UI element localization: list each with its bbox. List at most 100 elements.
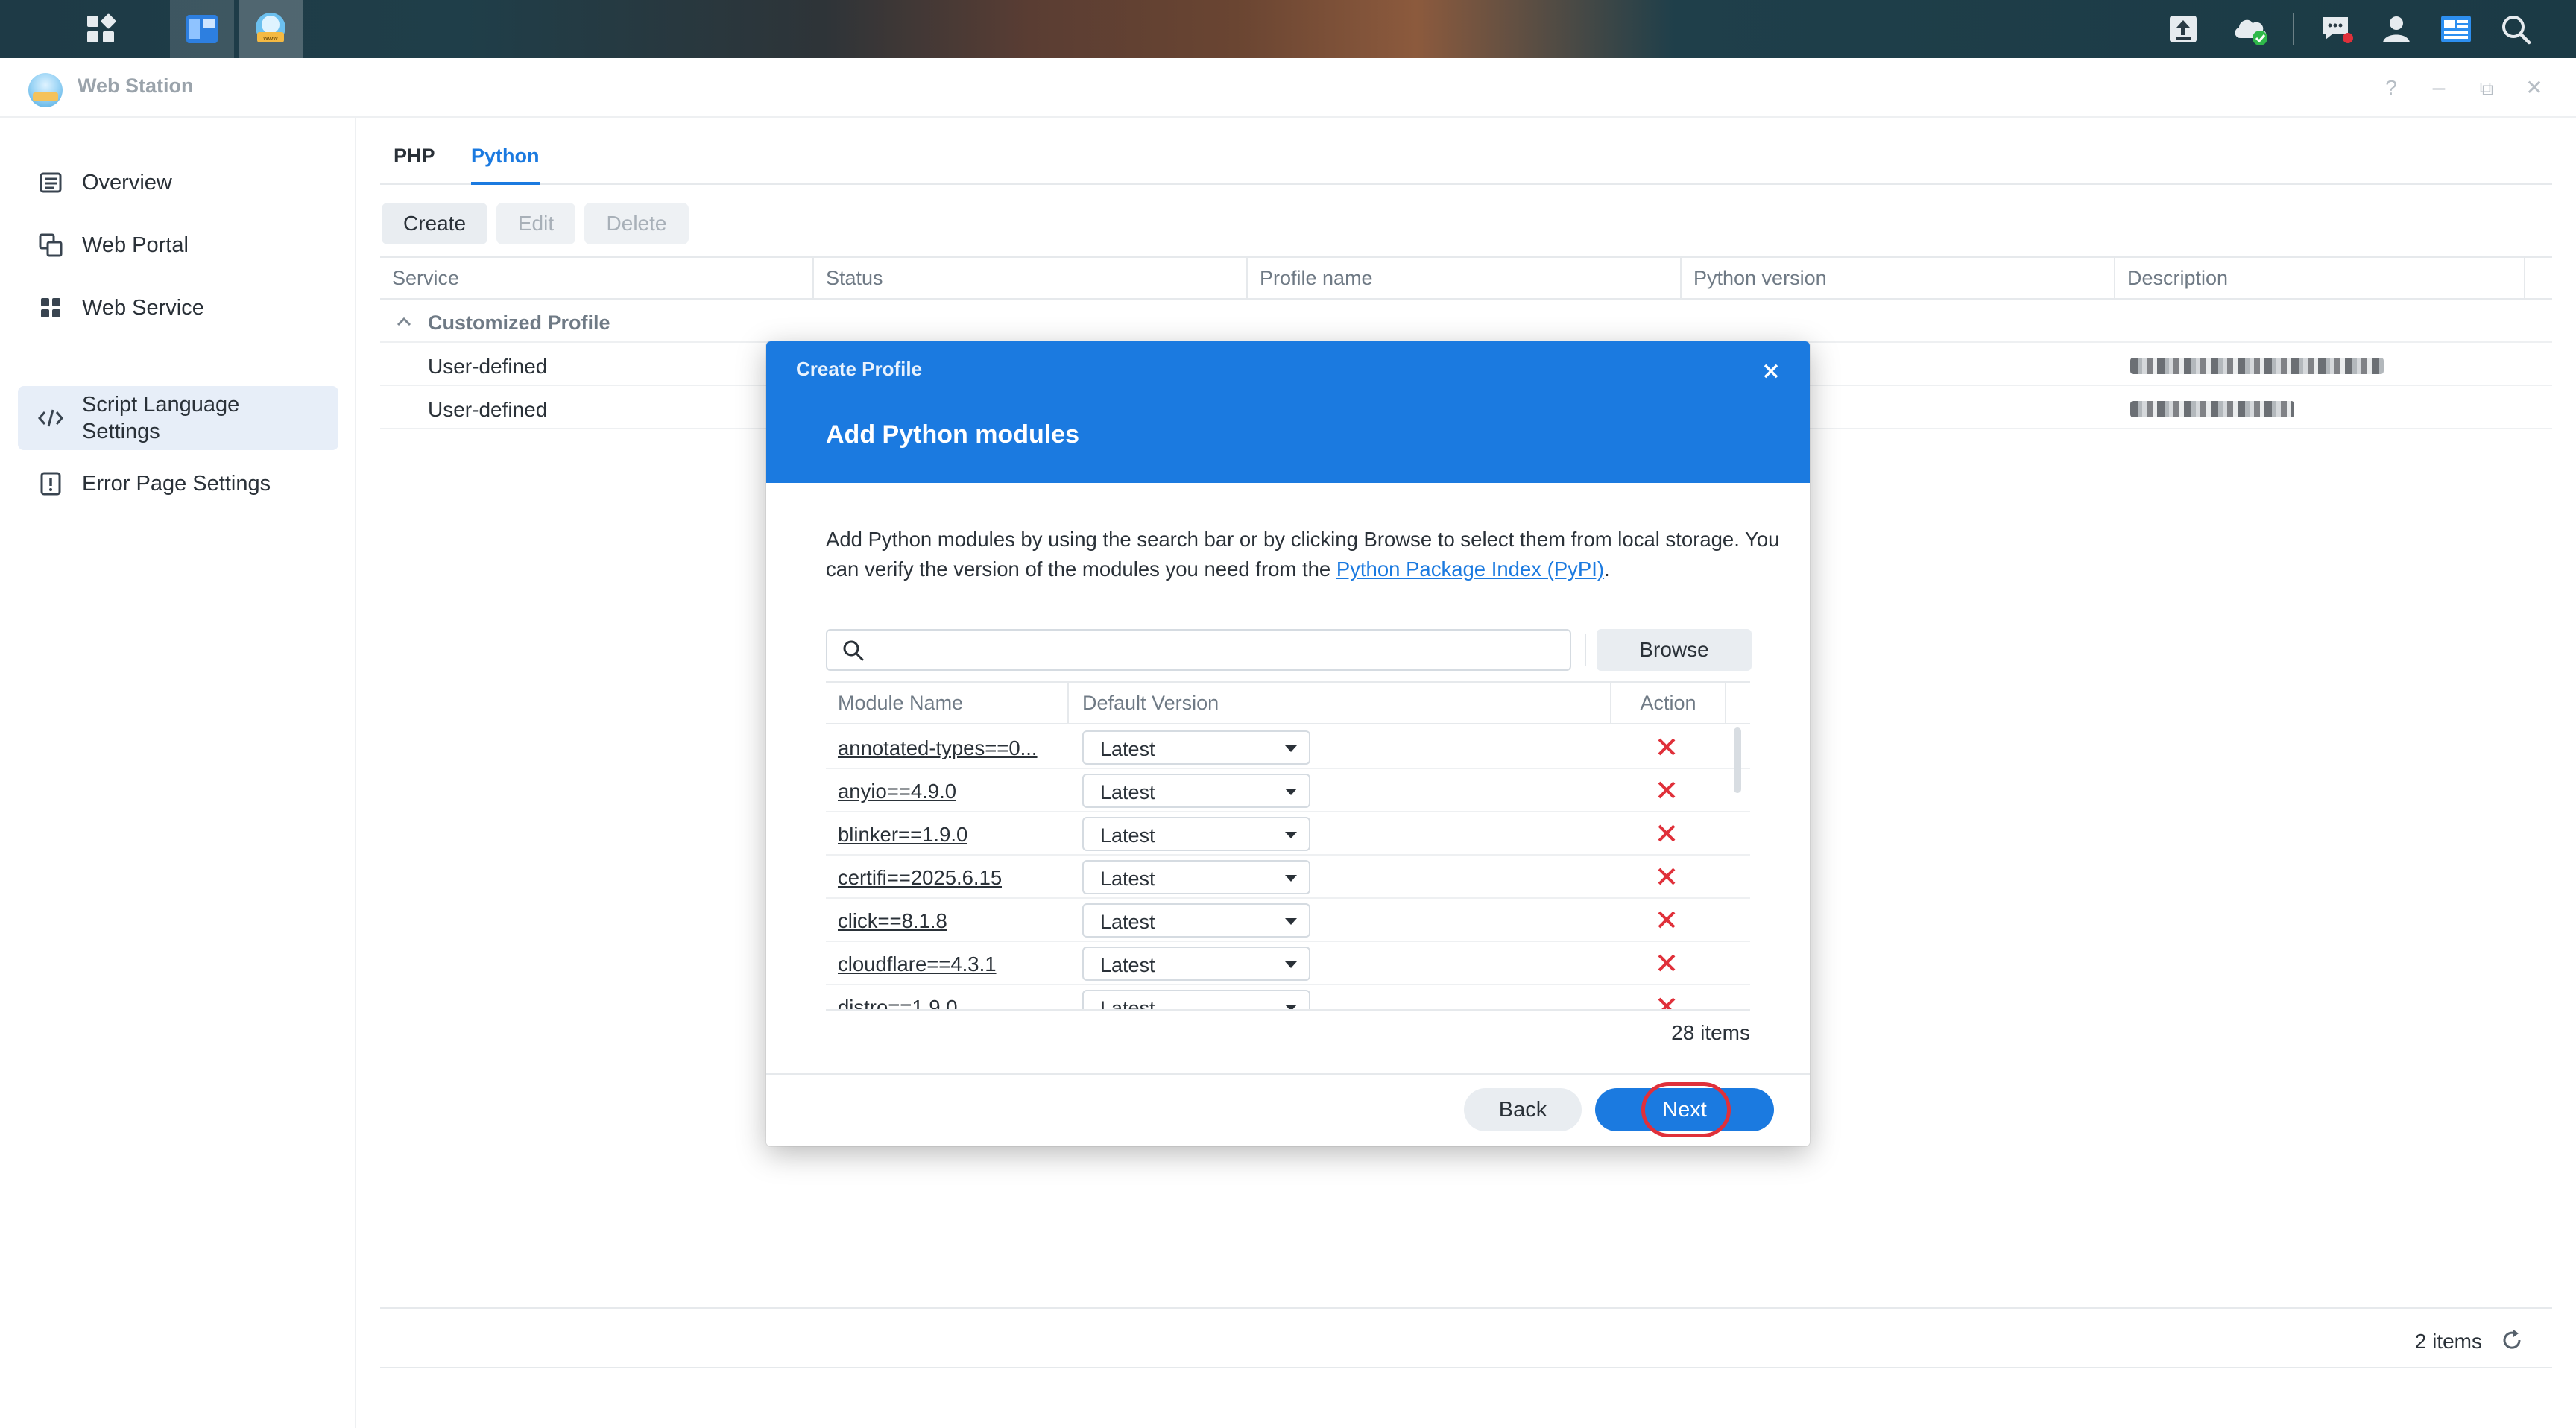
- description-text: Add Python modules by using the search b…: [826, 528, 1780, 581]
- module-row[interactable]: cloudflare==4.3.1 Latest: [826, 942, 1750, 985]
- tab-php[interactable]: PHP: [394, 145, 435, 168]
- remove-icon[interactable]: [1655, 908, 1679, 932]
- version-value: Latest: [1100, 781, 1155, 803]
- column-header-status[interactable]: Status: [814, 258, 1248, 298]
- module-grid-header: Module Name Default Version Action: [826, 681, 1750, 724]
- column-header-profile-name[interactable]: Profile name: [1248, 258, 1682, 298]
- column-header-default-version[interactable]: Default Version: [1067, 683, 1610, 723]
- sidebar-item-overview[interactable]: Overview: [18, 157, 338, 209]
- module-name-link[interactable]: distro==1.9.0: [838, 996, 958, 1009]
- user-menu-button[interactable]: [2375, 7, 2418, 51]
- next-button[interactable]: Next: [1595, 1088, 1774, 1131]
- web-portal-icon: [36, 230, 66, 260]
- widgets-button[interactable]: [2434, 7, 2478, 51]
- svg-text:www: www: [262, 34, 278, 42]
- create-profile-dialog: Create Profile Add Python modules Add Py…: [766, 341, 1810, 1146]
- upload-queue-button[interactable]: [2162, 7, 2205, 51]
- delete-button[interactable]: Delete: [584, 203, 689, 244]
- column-header-action[interactable]: Action: [1610, 683, 1726, 723]
- widgets-icon: [2441, 16, 2471, 42]
- description-end: .: [1604, 557, 1610, 581]
- module-row[interactable]: distro==1.9.0 Latest: [826, 985, 1750, 1009]
- close-window-button[interactable]: ✕: [2521, 75, 2548, 101]
- browse-button[interactable]: Browse: [1597, 629, 1752, 671]
- module-name-link[interactable]: annotated-types==0...: [838, 736, 1038, 760]
- edit-button[interactable]: Edit: [496, 203, 575, 244]
- footer-divider-bottom: [380, 1367, 2552, 1368]
- pypi-link[interactable]: Python Package Index (PyPI): [1336, 557, 1604, 581]
- remove-icon[interactable]: [1655, 778, 1679, 802]
- minimize-button[interactable]: –: [2425, 75, 2452, 101]
- refresh-icon[interactable]: [2498, 1327, 2525, 1353]
- chat-notifications-button[interactable]: [2315, 7, 2358, 51]
- module-grid-footer-divider: [826, 1009, 1750, 1011]
- column-header-python-version[interactable]: Python version: [1682, 258, 2115, 298]
- remove-icon[interactable]: [1655, 951, 1679, 975]
- profile-count: 2 items: [2414, 1330, 2482, 1353]
- sidebar-item-label: Error Page Settings: [82, 471, 271, 496]
- remove-icon[interactable]: [1655, 994, 1679, 1009]
- module-search-input[interactable]: [875, 635, 1561, 665]
- code-icon: [36, 403, 66, 433]
- module-grid: Module Name Default Version Action annot…: [826, 681, 1750, 1009]
- module-row[interactable]: anyio==4.9.0 Latest: [826, 769, 1750, 812]
- module-search-box[interactable]: [826, 629, 1571, 671]
- caret-down-icon: [1285, 875, 1297, 882]
- remove-icon[interactable]: [1655, 865, 1679, 888]
- dialog-footer-divider: [766, 1073, 1810, 1075]
- chevron-up-icon[interactable]: [394, 312, 414, 332]
- module-row[interactable]: click==8.1.8 Latest: [826, 899, 1750, 942]
- remove-icon[interactable]: [1655, 821, 1679, 845]
- version-dropdown[interactable]: Latest: [1082, 817, 1310, 851]
- module-grid-scrollbar[interactable]: [1734, 727, 1741, 793]
- version-dropdown[interactable]: Latest: [1082, 903, 1310, 938]
- version-dropdown[interactable]: Latest: [1082, 860, 1310, 894]
- remove-icon[interactable]: [1655, 735, 1679, 759]
- caret-down-icon: [1285, 918, 1297, 925]
- error-page-icon: [36, 469, 66, 499]
- sidebar-item-web-service[interactable]: Web Service: [18, 282, 338, 334]
- column-header-service[interactable]: Service: [380, 258, 814, 298]
- window-titlebar[interactable]: Web Station ? – ⧉ ✕: [0, 58, 2576, 118]
- module-name-link[interactable]: cloudflare==4.3.1: [838, 952, 997, 976]
- version-dropdown[interactable]: Latest: [1082, 990, 1310, 1009]
- group-row-customized-profile[interactable]: Customized Profile: [380, 301, 2552, 343]
- module-name-link[interactable]: click==8.1.8: [838, 909, 947, 933]
- column-header-description[interactable]: Description: [2115, 258, 2525, 298]
- main-menu-button[interactable]: [69, 0, 133, 58]
- active-tab-indicator: [471, 182, 540, 185]
- version-value: Latest: [1100, 997, 1155, 1009]
- version-dropdown[interactable]: Latest: [1082, 730, 1310, 765]
- create-button[interactable]: Create: [382, 203, 487, 244]
- version-dropdown[interactable]: Latest: [1082, 947, 1310, 981]
- tab-python[interactable]: Python: [471, 145, 540, 168]
- taskbar-app-file-station[interactable]: [170, 0, 234, 58]
- close-icon[interactable]: [1756, 356, 1786, 386]
- module-row[interactable]: certifi==2025.6.15 Latest: [826, 856, 1750, 899]
- taskbar-app-web-station[interactable]: www: [239, 0, 303, 58]
- cell-service: User-defined: [428, 355, 548, 378]
- module-row[interactable]: blinker==1.9.0 Latest: [826, 812, 1750, 856]
- module-name-link[interactable]: certifi==2025.6.15: [838, 866, 1002, 890]
- version-dropdown[interactable]: Latest: [1082, 774, 1310, 808]
- cloud-sync-button[interactable]: [2229, 7, 2272, 51]
- sidebar-item-label: Script Language Settings: [82, 391, 239, 445]
- back-button[interactable]: Back: [1464, 1088, 1582, 1131]
- module-name-link[interactable]: blinker==1.9.0: [838, 823, 967, 847]
- maximize-button[interactable]: ⧉: [2473, 75, 2500, 101]
- label-line-2: Settings: [82, 420, 160, 443]
- module-name-link[interactable]: anyio==4.9.0: [838, 780, 956, 803]
- web-station-logo-icon: [28, 73, 63, 107]
- version-value: Latest: [1100, 824, 1155, 847]
- sidebar-item-script-language-settings[interactable]: Script Language Settings: [18, 386, 338, 450]
- sidebar-item-error-page-settings[interactable]: Error Page Settings: [18, 458, 338, 510]
- sidebar: Overview Web Portal Web Service Script L…: [0, 118, 356, 1428]
- search-button[interactable]: [2494, 7, 2537, 51]
- window-title: Web Station: [78, 75, 194, 97]
- cloud-check-icon: [2235, 19, 2267, 45]
- module-row[interactable]: annotated-types==0... Latest: [826, 726, 1750, 769]
- sidebar-item-web-portal[interactable]: Web Portal: [18, 219, 338, 271]
- column-header-module-name[interactable]: Module Name: [838, 683, 963, 723]
- help-button[interactable]: ?: [2378, 75, 2405, 101]
- dialog-header[interactable]: Create Profile Add Python modules: [766, 341, 1810, 483]
